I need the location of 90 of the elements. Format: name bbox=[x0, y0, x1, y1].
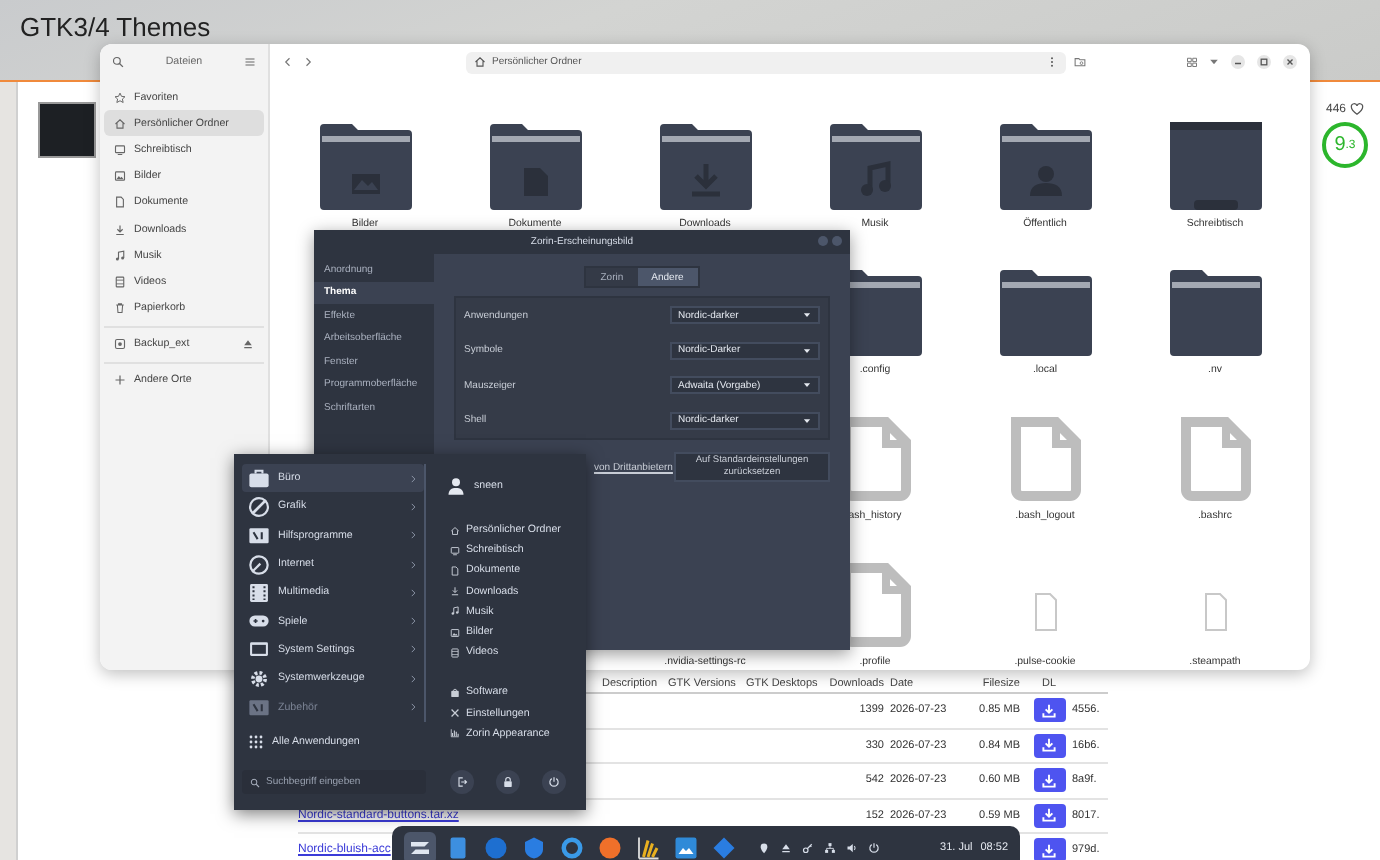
grid-icon bbox=[248, 733, 264, 749]
star-icon bbox=[114, 91, 126, 104]
folder-icon[interactable] bbox=[1165, 266, 1265, 358]
location-pin-icon[interactable] bbox=[758, 842, 770, 854]
bag-icon bbox=[450, 687, 460, 698]
power-icon[interactable] bbox=[868, 842, 880, 854]
home-icon bbox=[474, 56, 486, 68]
download-button[interactable] bbox=[1033, 768, 1065, 793]
download-button[interactable] bbox=[1033, 733, 1065, 758]
list-view-icon[interactable] bbox=[1186, 56, 1198, 68]
chevron-icon bbox=[408, 501, 418, 512]
folder-icon[interactable] bbox=[1165, 120, 1265, 212]
image-icon bbox=[450, 627, 460, 638]
gamepad-icon bbox=[248, 610, 270, 633]
film-icon bbox=[114, 275, 126, 288]
lock-icon bbox=[501, 776, 514, 788]
home-icon bbox=[114, 117, 126, 130]
download-icon bbox=[450, 586, 460, 597]
document-icon bbox=[450, 565, 460, 576]
key-icon[interactable] bbox=[802, 842, 814, 854]
folder-icon[interactable] bbox=[825, 120, 925, 212]
photo-placeholder bbox=[38, 102, 96, 158]
maximize-icon[interactable] bbox=[1256, 54, 1272, 70]
brush-icon bbox=[248, 495, 270, 518]
caret-icon bbox=[802, 380, 812, 391]
chevron-icon bbox=[408, 473, 418, 484]
toolbox-icon bbox=[248, 696, 270, 719]
download-icon bbox=[1040, 736, 1058, 755]
chevron-icon bbox=[408, 616, 418, 627]
download-button[interactable] bbox=[1033, 698, 1065, 723]
logout-button[interactable] bbox=[449, 770, 474, 794]
network-icon[interactable] bbox=[824, 842, 836, 854]
download-button[interactable] bbox=[1033, 838, 1065, 860]
caret-icon bbox=[802, 310, 812, 321]
chevron-icon bbox=[408, 530, 418, 541]
gear-icon bbox=[248, 667, 270, 690]
chart-icon bbox=[450, 728, 460, 739]
lock-button[interactable] bbox=[495, 770, 520, 794]
globe-icon bbox=[248, 553, 270, 576]
close-icon[interactable] bbox=[1282, 54, 1298, 70]
heart-icon[interactable] bbox=[1350, 102, 1364, 116]
film-icon bbox=[248, 581, 270, 604]
chevron-icon bbox=[408, 644, 418, 655]
download-icon bbox=[1040, 771, 1058, 790]
caret-icon bbox=[802, 415, 812, 426]
document-icon bbox=[114, 196, 126, 209]
monitor-icon bbox=[450, 545, 460, 556]
logout-icon bbox=[455, 776, 468, 788]
folder-search-icon[interactable] bbox=[1074, 56, 1086, 68]
search-icon bbox=[250, 777, 260, 787]
window-icon bbox=[248, 638, 270, 661]
chevron-icon bbox=[408, 559, 418, 570]
music-note-icon bbox=[860, 160, 890, 196]
film-icon bbox=[450, 647, 460, 658]
page-title: GTK3/4 Themes bbox=[20, 12, 211, 42]
image-icon bbox=[114, 170, 126, 183]
music-note-icon bbox=[450, 606, 460, 617]
briefcase-icon bbox=[248, 467, 270, 490]
speaker-icon[interactable] bbox=[846, 842, 858, 854]
caret-icon[interactable] bbox=[1208, 56, 1220, 68]
download-button[interactable] bbox=[1033, 803, 1065, 828]
monitor-icon bbox=[114, 143, 126, 156]
trash-icon bbox=[114, 302, 126, 315]
download-icon bbox=[1040, 701, 1058, 720]
caret-icon bbox=[802, 345, 812, 356]
folder-icon[interactable] bbox=[995, 120, 1095, 212]
toolbox-icon bbox=[248, 524, 270, 547]
download-icon bbox=[1040, 841, 1058, 860]
folder-icon[interactable] bbox=[655, 120, 755, 212]
person-icon bbox=[1029, 166, 1061, 196]
chevron-icon bbox=[408, 702, 418, 713]
chevron-icon bbox=[408, 587, 418, 598]
eject-icon[interactable] bbox=[780, 842, 792, 854]
home-icon bbox=[450, 525, 460, 536]
download-icon bbox=[114, 223, 126, 236]
power-icon bbox=[548, 776, 561, 788]
minimize-icon[interactable] bbox=[1230, 54, 1246, 70]
folder-icon[interactable] bbox=[315, 120, 415, 212]
power-button[interactable] bbox=[542, 770, 567, 794]
download-icon bbox=[1040, 806, 1058, 825]
plus-icon bbox=[114, 374, 126, 387]
folder-icon[interactable] bbox=[995, 266, 1095, 358]
eject-icon[interactable] bbox=[242, 338, 254, 351]
folder-icon[interactable] bbox=[485, 120, 585, 212]
music-note-icon bbox=[114, 249, 126, 262]
person-icon bbox=[446, 476, 466, 496]
drive-icon bbox=[114, 338, 126, 351]
tools-icon bbox=[450, 708, 460, 719]
search-icon[interactable] bbox=[112, 56, 124, 68]
chevron-icon bbox=[408, 673, 418, 684]
